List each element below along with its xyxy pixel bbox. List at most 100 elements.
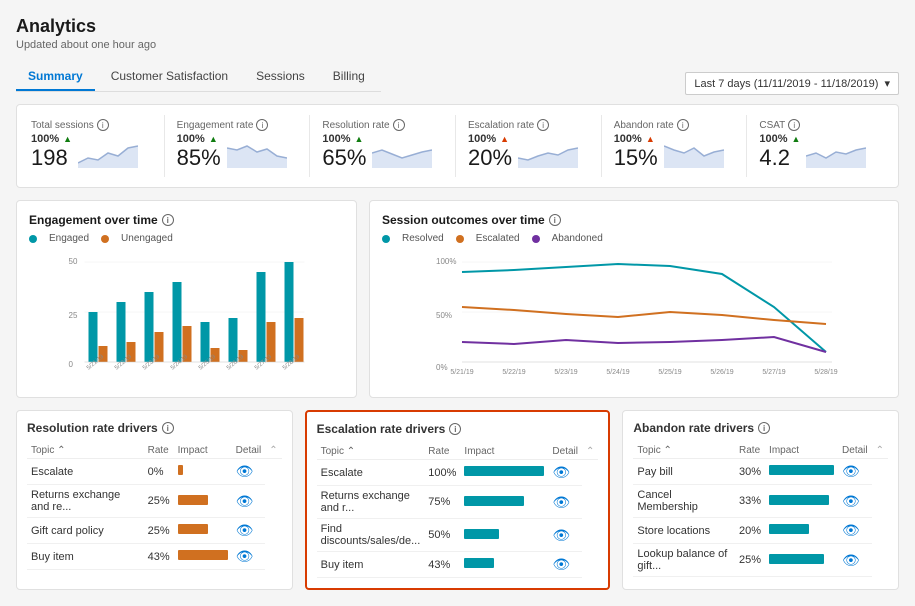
bar-engaged-2 (117, 302, 126, 362)
engagement-rate-sparkline (227, 138, 287, 168)
escalation-col-topic: Topic ⌃ (317, 444, 425, 460)
table-row: Escalate 100% 👁 (317, 460, 599, 486)
resolution-col-rate[interactable]: Rate (144, 443, 174, 459)
engagement-rate-info-icon[interactable]: i (256, 119, 268, 131)
abandon-col-rate[interactable]: Rate (735, 443, 765, 459)
abandon-rate-info-icon[interactable]: i (677, 119, 689, 131)
escalation-col-rate[interactable]: Rate (424, 444, 460, 460)
card-csat: CSAT i 100% ▲ 4.2 (751, 115, 892, 177)
table-row: Escalate 0% 👁 (27, 459, 282, 485)
resolution-row4-rate: 43% (144, 544, 174, 570)
escalation-drivers-info-icon[interactable]: i (449, 423, 461, 435)
page-title: Analytics (16, 16, 899, 37)
escalation-row1-detail[interactable]: 👁 (548, 460, 582, 486)
escalation-rate-value: 20% (468, 145, 512, 171)
resolution-rate-label: Resolution rate (322, 120, 389, 131)
total-sessions-label: Total sessions (31, 120, 94, 131)
svg-text:5/21/19: 5/21/19 (450, 369, 473, 376)
total-sessions-info-icon[interactable]: i (97, 119, 109, 131)
resolution-row1-rate: 0% (144, 459, 174, 485)
bar-engaged-8 (285, 262, 294, 362)
resolution-drivers-table: Topic ⌃ Rate Impact Detail ⌃ Escalate 0%… (27, 443, 282, 570)
bar-engaged-1 (89, 312, 98, 362)
resolution-rate-info-icon[interactable]: i (393, 119, 405, 131)
tab-summary[interactable]: Summary (16, 63, 95, 91)
bar-engaged-6 (229, 318, 238, 362)
resolution-row1-impact (174, 459, 232, 485)
resolved-legend-dot (382, 235, 390, 243)
resolution-row1-topic: Escalate (27, 459, 144, 485)
session-outcomes-title: Session outcomes over time (382, 213, 545, 227)
bar-engaged-5 (201, 322, 210, 362)
tab-billing[interactable]: Billing (321, 63, 377, 91)
table-row: Find discounts/sales/de... 50% 👁 (317, 519, 599, 552)
resolution-col-topic: Topic ⌃ (27, 443, 144, 459)
session-outcomes-info-icon[interactable]: i (549, 214, 561, 226)
tab-customer-satisfaction[interactable]: Customer Satisfaction (99, 63, 240, 91)
svg-text:100%: 100% (436, 257, 456, 266)
svg-text:0: 0 (69, 360, 74, 369)
svg-text:5/25/19: 5/25/19 (658, 369, 681, 376)
resolution-scroll: ⌃ (265, 443, 281, 459)
resolution-row1-detail[interactable]: 👁 (232, 459, 266, 485)
engagement-chart-info-icon[interactable]: i (162, 214, 174, 226)
svg-text:5/27/19: 5/27/19 (762, 369, 785, 376)
unengaged-legend-dot (101, 235, 109, 243)
abandon-row1-rate: 30% (735, 459, 765, 485)
abandon-row1-detail[interactable]: 👁 (838, 459, 872, 485)
resolution-row3-detail[interactable]: 👁 (232, 518, 266, 544)
escalated-line (462, 307, 826, 324)
resolution-drivers-title: Resolution rate drivers (27, 421, 158, 435)
resolution-row4-detail[interactable]: 👁 (232, 544, 266, 570)
main-tabs: Summary Customer Satisfaction Sessions B… (16, 63, 381, 92)
escalation-row2-detail[interactable]: 👁 (548, 486, 582, 519)
abandon-drivers-info-icon[interactable]: i (758, 422, 770, 434)
sort-icon: ⌃ (347, 446, 355, 457)
escalation-row4-detail[interactable]: 👁 (548, 552, 582, 578)
abandon-rate-pct: 100% (614, 133, 642, 145)
escalation-row2-rate: 75% (424, 486, 460, 519)
resolution-drivers-info-icon[interactable]: i (162, 422, 174, 434)
resolution-rate-trend-icon: ▲ (354, 134, 363, 144)
abandoned-line (462, 337, 826, 352)
abandon-col-impact: Impact (765, 443, 838, 459)
page-subtitle: Updated about one hour ago (16, 39, 899, 51)
engagement-rate-trend-icon: ▲ (209, 134, 218, 144)
page-header: Analytics Updated about one hour ago (16, 16, 899, 51)
sort-icon: ⌃ (664, 445, 672, 456)
escalated-legend-label: Escalated (476, 233, 520, 244)
tab-sessions[interactable]: Sessions (244, 63, 317, 91)
engagement-rate-label: Engagement rate (177, 120, 254, 131)
resolution-row2-detail[interactable]: 👁 (232, 485, 266, 518)
resolution-row4-impact (174, 544, 232, 570)
table-row: Cancel Membership 33% 👁 (633, 485, 888, 518)
abandoned-legend-dot (532, 235, 540, 243)
total-sessions-pct: 100% (31, 133, 59, 145)
abandon-row4-detail[interactable]: 👁 (838, 544, 872, 577)
escalation-row1-impact (460, 460, 548, 486)
escalation-row3-impact (460, 519, 548, 552)
abandon-row2-detail[interactable]: 👁 (838, 485, 872, 518)
escalation-row3-detail[interactable]: 👁 (548, 519, 582, 552)
engagement-rate-pct: 100% (177, 133, 205, 145)
table-row: Pay bill 30% 👁 (633, 459, 888, 485)
date-filter-dropdown[interactable]: Last 7 days (11/11/2019 - 11/18/2019) ▾ (685, 72, 899, 95)
card-total-sessions: Total sessions i 100% ▲ 198 (23, 115, 165, 177)
csat-info-icon[interactable]: i (788, 119, 800, 131)
total-sessions-sparkline (78, 138, 138, 168)
escalation-rate-info-icon[interactable]: i (537, 119, 549, 131)
abandon-row3-detail[interactable]: 👁 (838, 518, 872, 544)
escalation-rate-pct: 100% (468, 133, 496, 145)
session-outcomes-line-chart: 100% 50% 0% 5/21/19 5/22/19 5/23/19 5/24… (382, 252, 886, 382)
engaged-legend-label: Engaged (49, 233, 89, 244)
resolution-row3-topic: Gift card policy (27, 518, 144, 544)
abandon-row3-topic: Store locations (633, 518, 735, 544)
abandon-row4-rate: 25% (735, 544, 765, 577)
escalation-row1-rate: 100% (424, 460, 460, 486)
escalation-col-detail: Detail (548, 444, 582, 460)
tables-row: Resolution rate drivers i Topic ⌃ Rate I… (16, 410, 899, 590)
abandon-drivers-table: Topic ⌃ Rate Impact Detail ⌃ Pay bill 30… (633, 443, 888, 577)
table-row: Store locations 20% 👁 (633, 518, 888, 544)
escalation-drivers-card: Escalation rate drivers i Topic ⌃ Rate I… (305, 410, 611, 590)
card-resolution-rate: Resolution rate i 100% ▲ 65% (314, 115, 456, 177)
